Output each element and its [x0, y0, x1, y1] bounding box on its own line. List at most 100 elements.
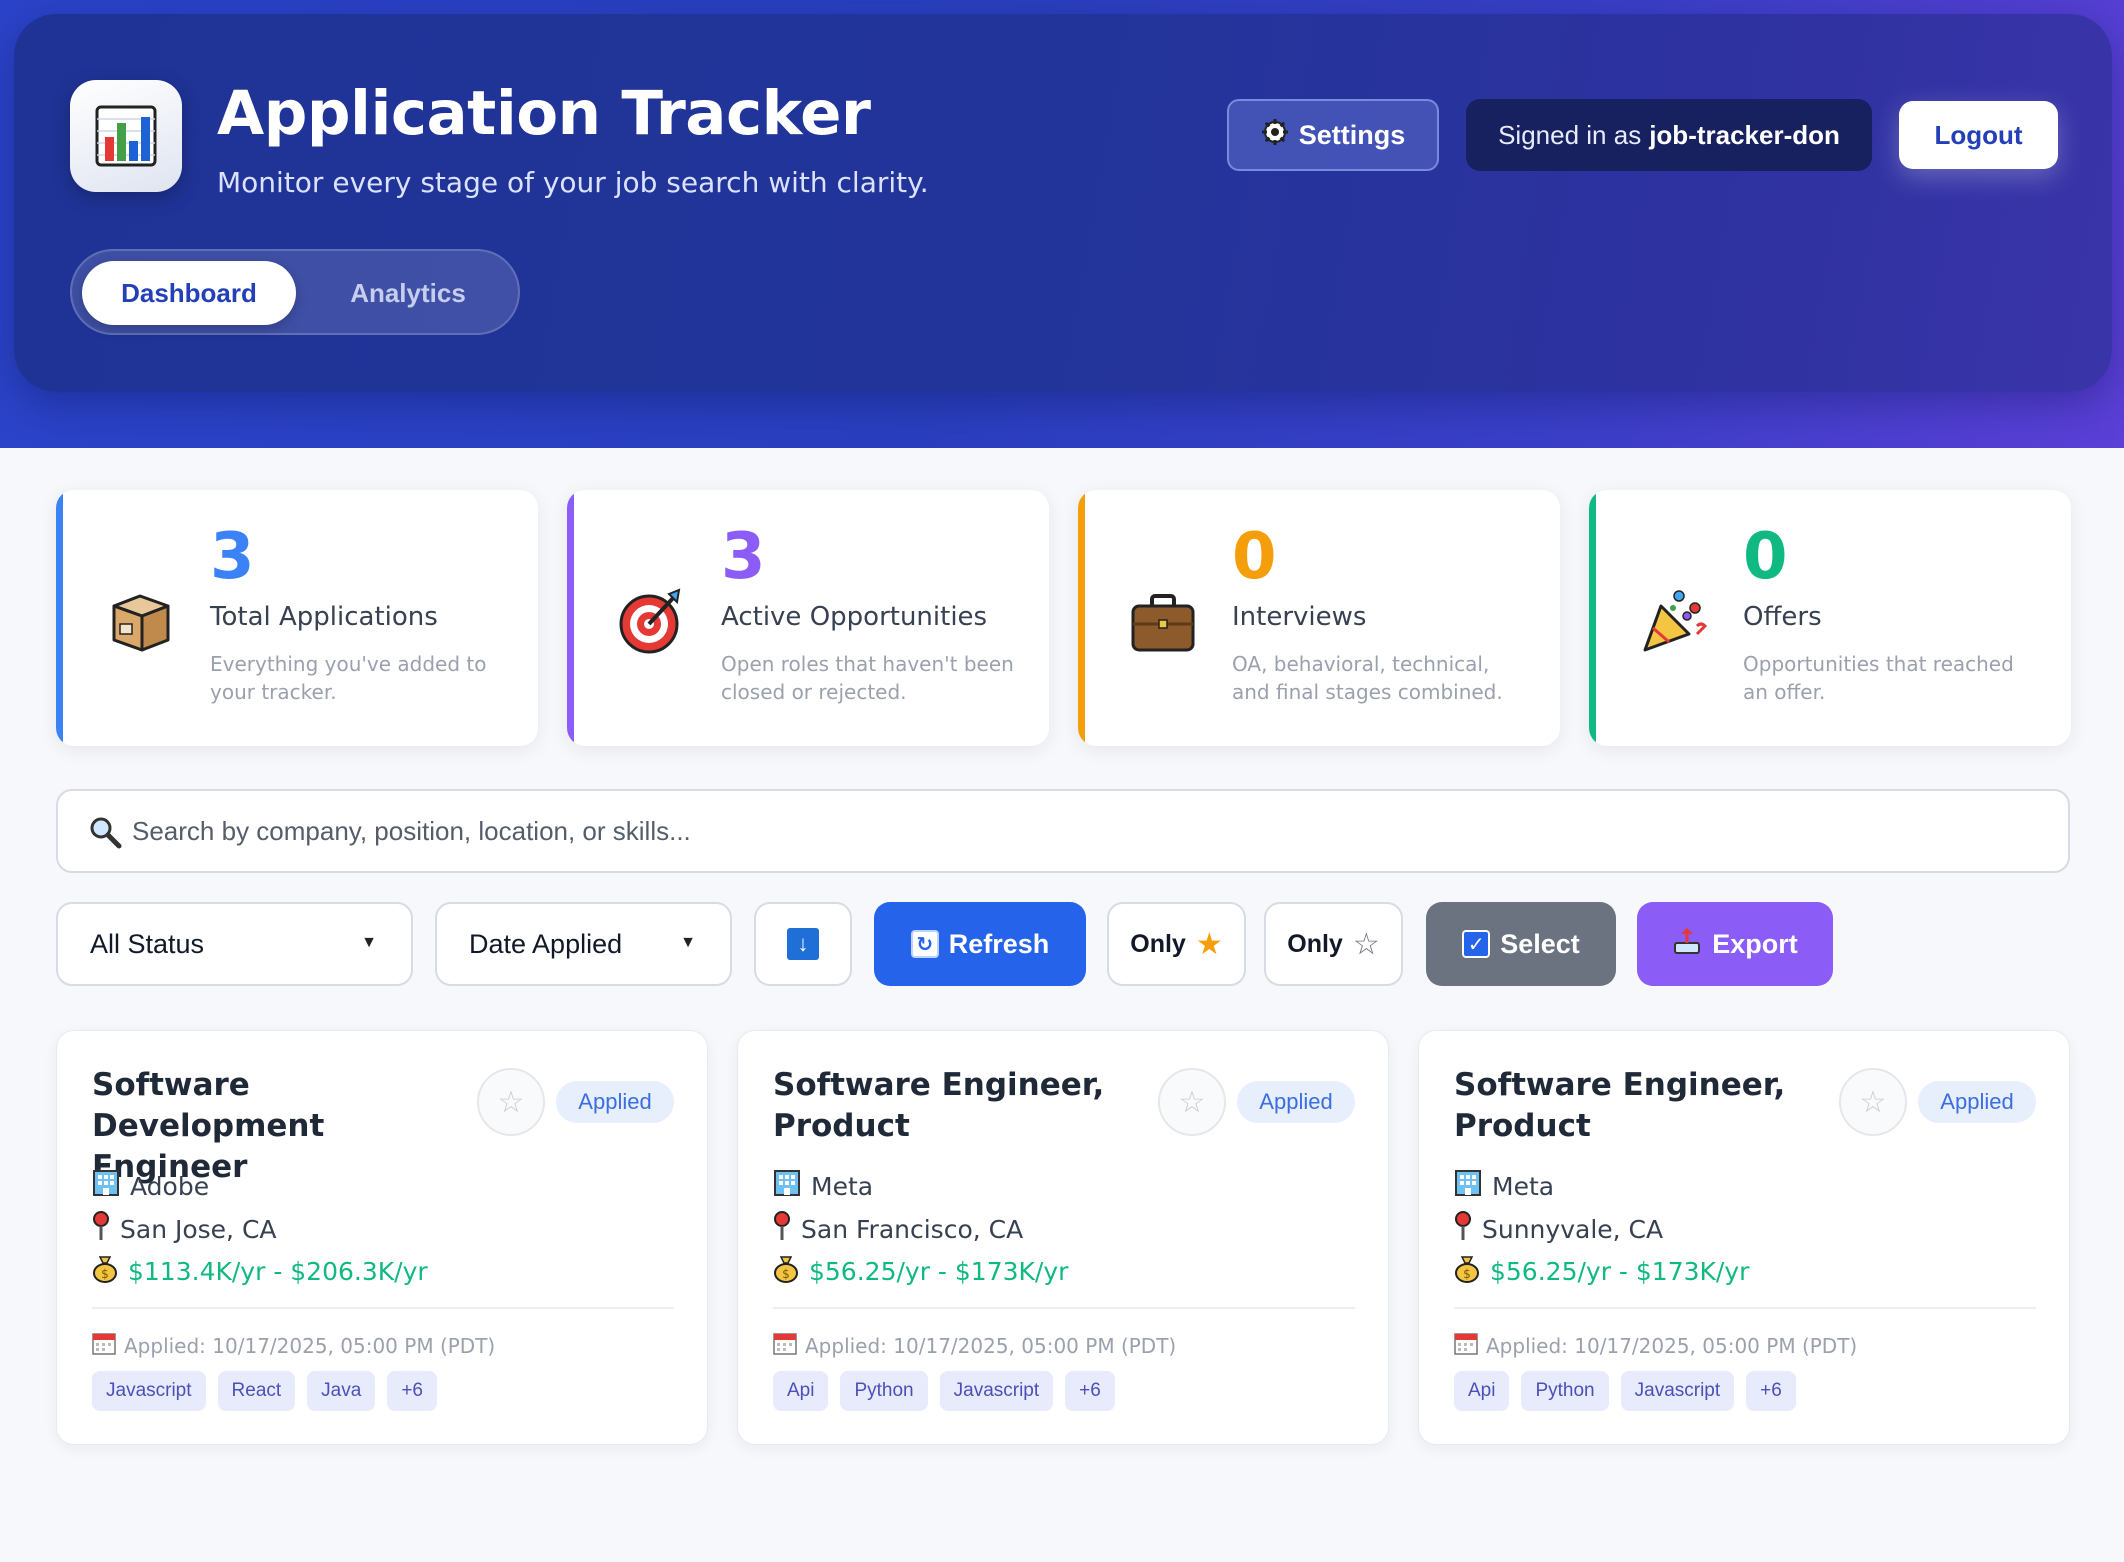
applied-date-line: Applied: 10/17/2025, 05:00 PM (PDT)	[773, 1331, 1176, 1360]
export-label: Export	[1712, 928, 1798, 959]
applied-date-text: Applied: 10/17/2025, 05:00 PM (PDT)	[1486, 1333, 1858, 1358]
stat-label: Total Applications	[210, 602, 438, 632]
more-tags-badge[interactable]: +6	[1746, 1371, 1796, 1411]
chevron-down-icon: ▼	[680, 934, 696, 951]
more-tags-badge[interactable]: +6	[1065, 1371, 1115, 1411]
stat-label: Offers	[1743, 602, 1822, 632]
tab-dashboard[interactable]: Dashboard	[82, 261, 296, 325]
stat-card-total: 3 Total Applications Everything you've a…	[56, 490, 538, 746]
applied-date-text: Applied: 10/17/2025, 05:00 PM (PDT)	[805, 1333, 1177, 1358]
only-unstarred-label: Only	[1287, 929, 1343, 958]
job-card[interactable]: Software Development Engineer ☆ Applied …	[56, 1030, 708, 1445]
status-badge: Applied	[1237, 1081, 1355, 1123]
stat-label: Active Opportunities	[721, 602, 988, 632]
company-name: Adobe	[130, 1171, 210, 1201]
stat-value: 3	[210, 520, 255, 594]
stat-card-offers: 0 Offers Opportunities that reached an o…	[1589, 490, 2071, 746]
job-title: Software Engineer, Product	[1454, 1067, 1786, 1144]
pushpin-icon	[773, 1211, 791, 1247]
salary-text: $56.25/yr - $173K/yr	[809, 1256, 1069, 1286]
stat-value: 0	[1232, 520, 1277, 594]
location-line: San Francisco, CA	[773, 1211, 1023, 1247]
card-divider	[92, 1307, 674, 1309]
skill-tag: Javascript	[939, 1371, 1054, 1411]
username: job-tracker-don	[1649, 119, 1840, 150]
target-icon	[617, 586, 687, 656]
star-outline-icon: ☆	[1859, 1085, 1887, 1119]
company-name: Meta	[1492, 1171, 1555, 1201]
salary-text: $56.25/yr - $173K/yr	[1490, 1256, 1750, 1286]
building-icon	[92, 1169, 120, 1203]
arrow-down-icon: ↓	[787, 928, 819, 960]
favorite-star-button[interactable]: ☆	[1158, 1068, 1226, 1136]
search-input[interactable]	[132, 793, 2032, 869]
building-icon	[773, 1169, 801, 1203]
settings-button[interactable]: Settings	[1227, 99, 1439, 171]
party-popper-icon	[1639, 586, 1709, 656]
location-line: San Jose, CA	[92, 1211, 277, 1247]
select-label: Select	[1500, 928, 1580, 959]
export-icon	[1672, 926, 1702, 963]
app-title: Application Tracker	[217, 78, 871, 149]
salary-line: $ $56.25/yr - $173K/yr	[773, 1253, 1068, 1289]
location-text: Sunnyvale, CA	[1482, 1214, 1664, 1244]
calendar-icon	[92, 1331, 116, 1360]
sort-field-select[interactable]: Date Applied ▼	[435, 902, 732, 986]
skill-tags: Api Python Javascript +6	[773, 1371, 1115, 1411]
header-card	[14, 14, 2112, 392]
card-divider	[773, 1307, 1355, 1309]
sort-field-value: Date Applied	[469, 928, 623, 959]
favorite-star-button[interactable]: ☆	[477, 1068, 545, 1136]
refresh-icon: ↻	[910, 930, 939, 958]
skill-tag: Api	[773, 1371, 829, 1411]
refresh-label: Refresh	[948, 928, 1050, 959]
app-subtitle: Monitor every stage of your job search w…	[217, 166, 929, 199]
stat-value: 0	[1743, 520, 1788, 594]
favorite-star-button[interactable]: ☆	[1839, 1068, 1907, 1136]
skill-tag: Python	[1521, 1371, 1609, 1411]
stat-description: OA, behavioral, technical, and final sta…	[1232, 652, 1503, 704]
tab-analytics[interactable]: Analytics	[308, 261, 508, 325]
skill-tag: Java	[307, 1371, 376, 1411]
gear-icon	[1261, 118, 1289, 153]
job-card[interactable]: Software Engineer, Product ☆ Applied Met…	[737, 1030, 1389, 1445]
money-bag-icon: $	[773, 1253, 799, 1289]
settings-label: Settings	[1298, 119, 1406, 150]
more-tags-badge[interactable]: +6	[387, 1371, 437, 1411]
chevron-down-icon: ▼	[361, 934, 377, 951]
export-button[interactable]: Export	[1637, 902, 1833, 986]
star-outline-icon: ☆	[1178, 1085, 1206, 1119]
only-unstarred-button[interactable]: Only ☆	[1264, 902, 1403, 986]
calendar-icon	[773, 1331, 797, 1360]
applied-date-line: Applied: 10/17/2025, 05:00 PM (PDT)	[1454, 1331, 1857, 1360]
search-icon	[88, 815, 122, 849]
location-text: San Francisco, CA	[801, 1214, 1024, 1244]
checkbox-icon: ✓	[1462, 930, 1491, 958]
stat-description: Opportunities that reached an offer.	[1743, 652, 2014, 704]
status-badge: Applied	[556, 1081, 674, 1123]
package-icon	[106, 586, 176, 656]
stat-accent	[1589, 490, 1596, 746]
refresh-button[interactable]: ↻ Refresh	[874, 902, 1086, 986]
status-filter-value: All Status	[90, 928, 205, 959]
svg-text:$: $	[782, 1267, 790, 1281]
company-name: Meta	[811, 1171, 874, 1201]
money-bag-icon: $	[1454, 1253, 1480, 1289]
svg-text:$: $	[1463, 1267, 1471, 1281]
stat-accent	[567, 490, 574, 746]
search-bar	[56, 789, 2070, 873]
sort-direction-button[interactable]: ↓	[754, 902, 852, 986]
job-card[interactable]: Software Engineer, Product ☆ Applied Met…	[1418, 1030, 2070, 1445]
logout-button[interactable]: Logout	[1899, 101, 2058, 169]
status-filter-select[interactable]: All Status ▼	[56, 902, 413, 986]
skill-tag: Python	[840, 1371, 928, 1411]
skill-tag: React	[217, 1371, 296, 1411]
stat-card-active: 3 Active Opportunities Open roles that h…	[567, 490, 1049, 746]
building-icon	[1454, 1169, 1482, 1203]
stat-accent	[1078, 490, 1085, 746]
stat-accent	[56, 490, 63, 746]
select-mode-button[interactable]: ✓ Select	[1426, 902, 1616, 986]
only-starred-button[interactable]: Only ★	[1107, 902, 1246, 986]
stat-description: Open roles that haven't been closed or r…	[721, 652, 1014, 704]
star-outline-icon: ☆	[1352, 927, 1380, 961]
